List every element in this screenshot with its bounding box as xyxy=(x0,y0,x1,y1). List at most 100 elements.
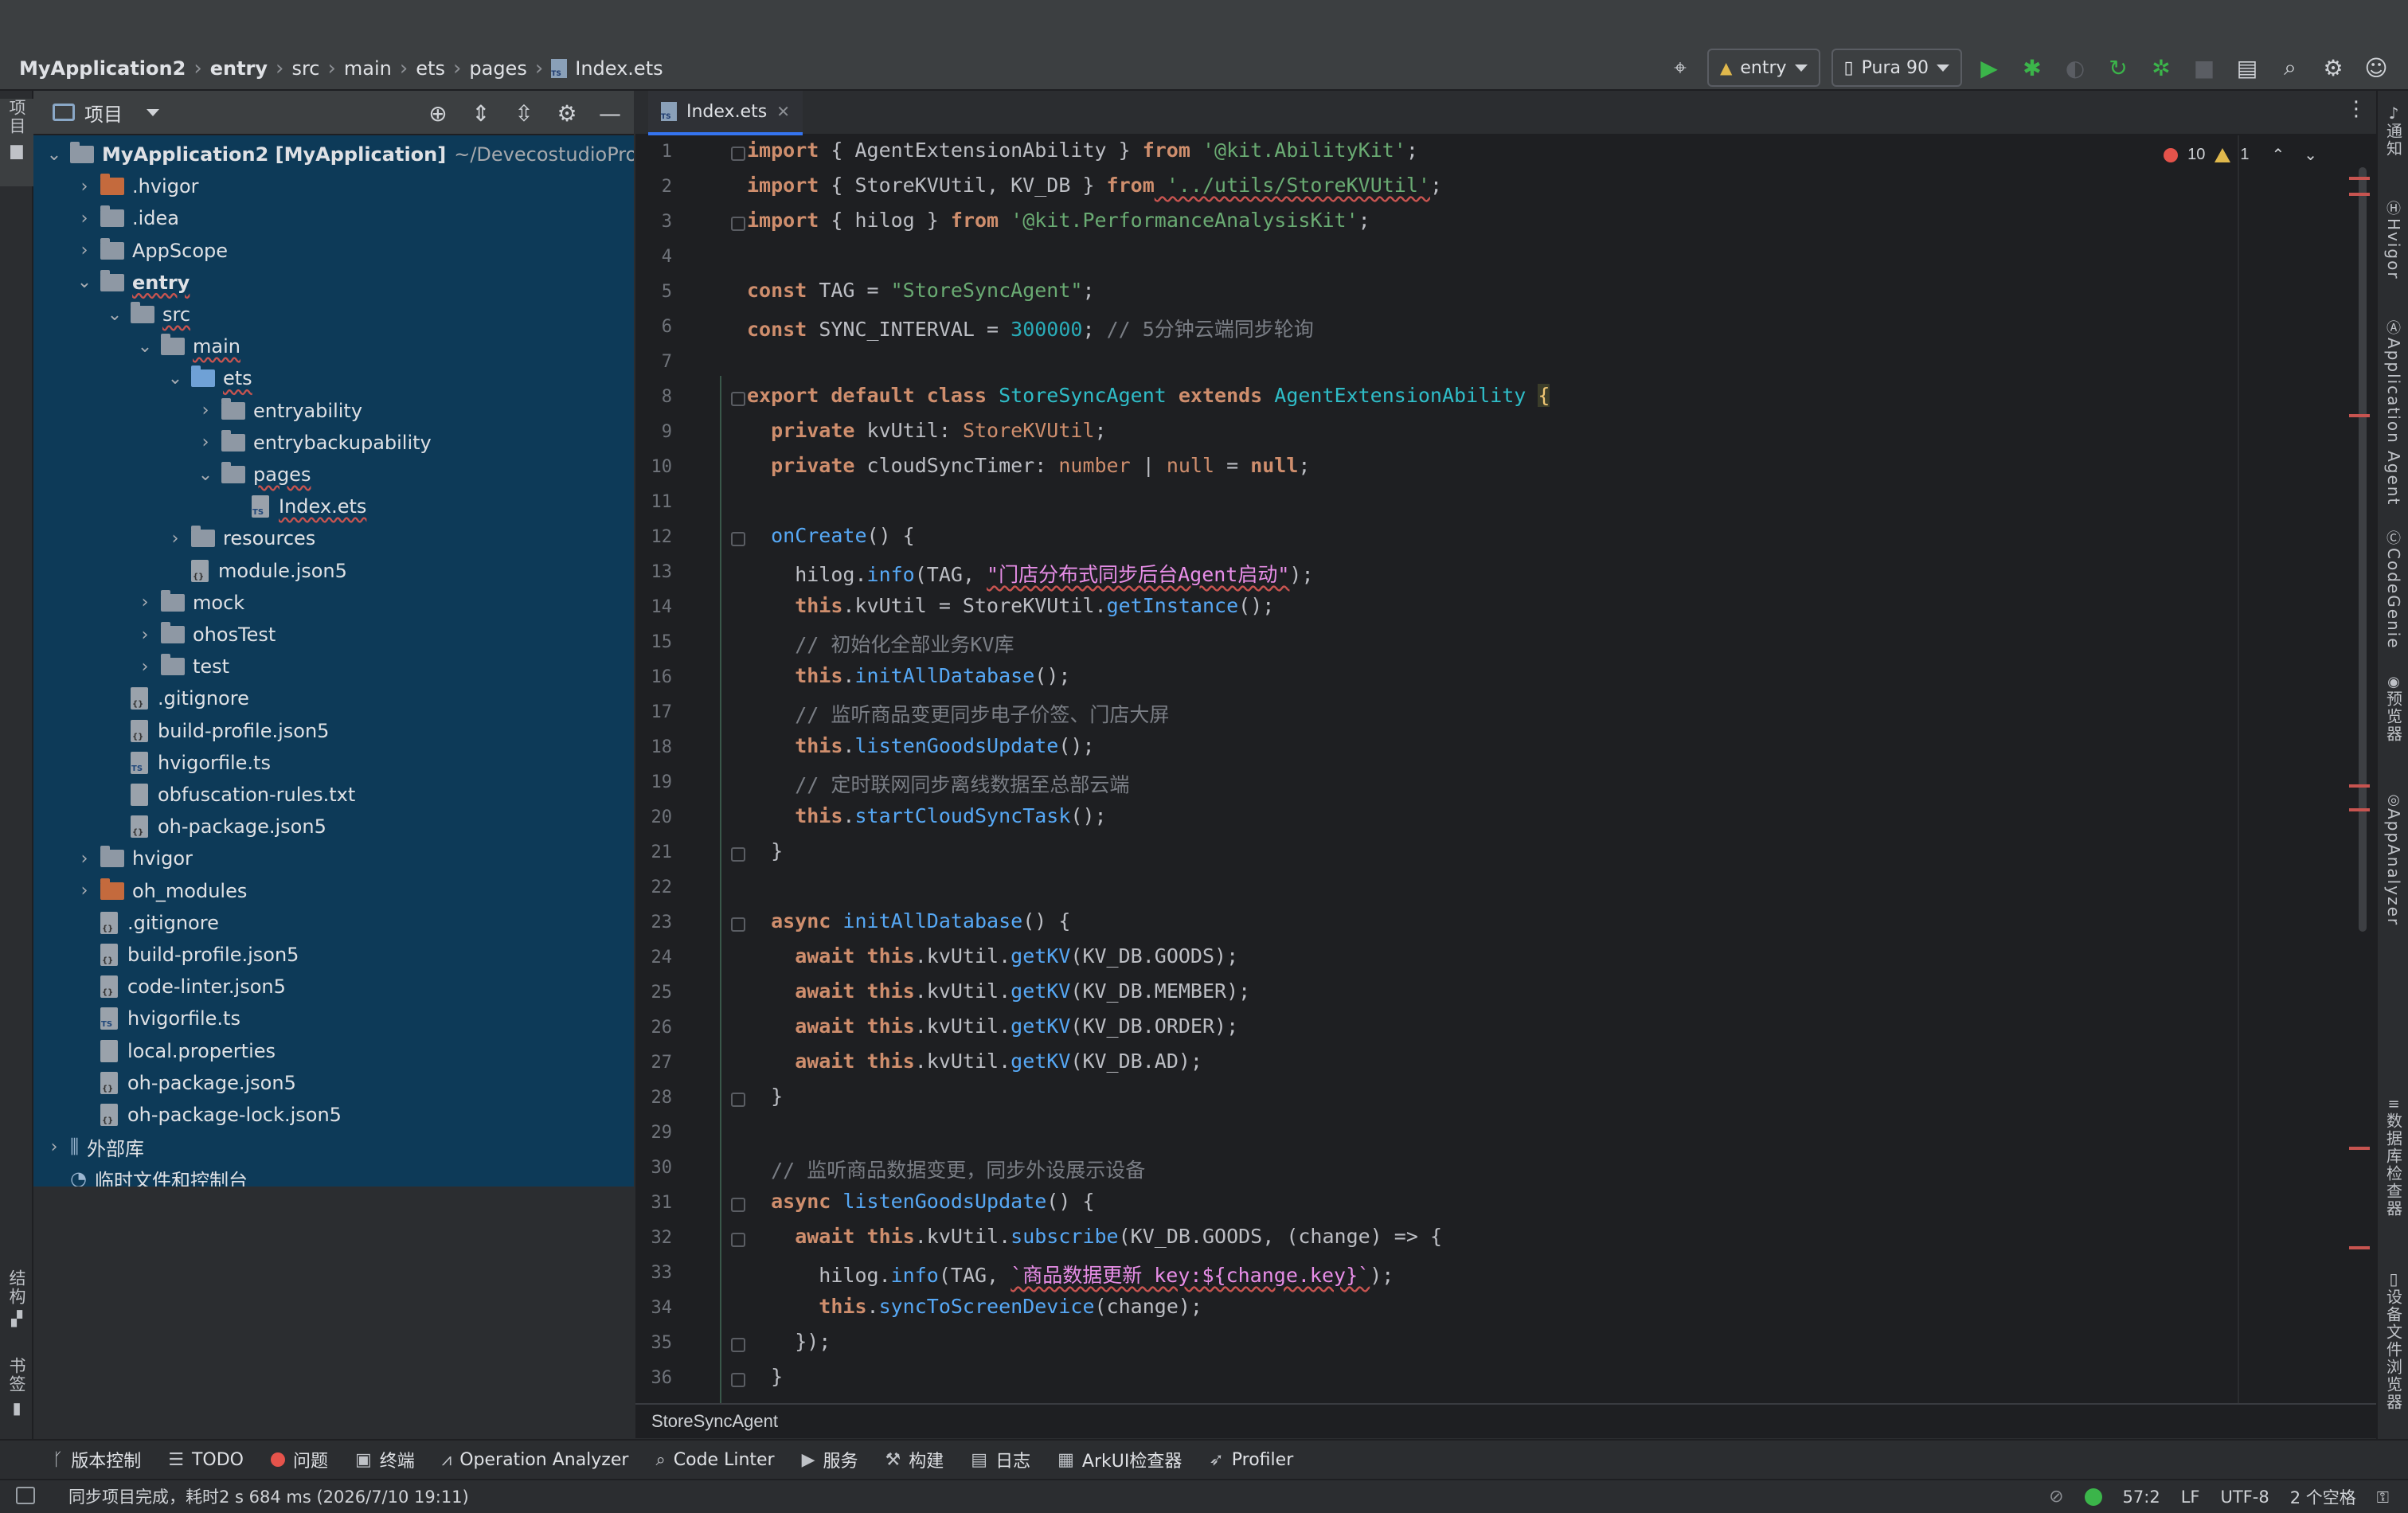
tree-item[interactable]: ⌄ pages xyxy=(197,459,311,491)
code-editor[interactable]: 1 2 3 4 5 6 7 8 9 10 11 12 13 14 15 16 17 18 19 20 21 22 23 24 2… xyxy=(635,135,2376,1403)
fold-marker-icon[interactable] xyxy=(731,1373,745,1387)
error-stripe[interactable] xyxy=(2349,1147,2370,1150)
tree-item[interactable]: › ohosTest xyxy=(137,619,276,651)
stop-icon[interactable]: ■ xyxy=(2188,52,2220,84)
code-linter-tab[interactable]: ⌕ Code Linter xyxy=(655,1450,774,1470)
next-highlight-icon[interactable]: ⌄ xyxy=(2304,145,2317,165)
previewer-tool-tab[interactable]: ◉ 预览器 xyxy=(2378,674,2408,743)
error-stripe[interactable] xyxy=(2349,414,2370,417)
breadcrumb-file[interactable]: Index.ets xyxy=(551,57,663,80)
code-breadcrumb[interactable]: StoreSyncAgent xyxy=(635,1403,2376,1438)
chevron-right-icon[interactable]: › xyxy=(197,401,213,420)
close-icon[interactable]: ✕ xyxy=(776,102,790,121)
chevron-down-icon[interactable]: ⌄ xyxy=(107,305,123,325)
tree-item[interactable]: › test xyxy=(137,651,229,682)
tree-item[interactable]: obfuscation-rules.txt xyxy=(107,779,355,811)
tree-item[interactable]: .gitignore xyxy=(107,682,249,714)
debug-icon[interactable]: ✱ xyxy=(2016,52,2048,84)
chevron-right-icon[interactable]: › xyxy=(137,592,153,612)
gear-icon[interactable]: ⚙ xyxy=(551,97,583,129)
tree-item[interactable]: › ⫼ 外部库 xyxy=(46,1131,144,1163)
breadcrumb-pages[interactable]: pages xyxy=(469,57,526,80)
chevron-down-icon[interactable]: ⌄ xyxy=(76,272,92,292)
chevron-down-icon[interactable]: ⌄ xyxy=(137,337,153,357)
tree-item[interactable]: › oh_modules xyxy=(76,875,247,907)
tree-item[interactable]: build-profile.json5 xyxy=(76,939,299,971)
application-agent-tool-tab[interactable]: Ⓐ Application Agent xyxy=(2378,317,2408,506)
tree-item[interactable]: ⌄ ets xyxy=(167,362,252,394)
chevron-right-icon[interactable]: › xyxy=(76,209,92,229)
tree-item[interactable]: oh-package-lock.json5 xyxy=(76,1099,342,1131)
notifications-tool-tab[interactable]: ♪ 通知 xyxy=(2378,104,2408,158)
run-icon[interactable]: ▶ xyxy=(1973,52,2005,84)
chevron-right-icon[interactable]: › xyxy=(197,432,213,452)
tree-item[interactable]: hvigorfile.ts xyxy=(107,747,271,779)
tree-item[interactable]: .gitignore xyxy=(76,907,219,939)
attach-debugger-icon[interactable]: ✲ xyxy=(2145,52,2177,84)
lock-icon[interactable]: ⚿ xyxy=(2377,1488,2389,1507)
error-stripe[interactable] xyxy=(2349,784,2370,788)
breadcrumb-ets[interactable]: ets xyxy=(416,57,445,80)
more-options-icon[interactable]: ⋮ xyxy=(2346,97,2367,121)
tree-item[interactable]: ⌄ src xyxy=(107,299,190,330)
fold-marker-icon[interactable] xyxy=(731,917,745,932)
device-select[interactable]: ▯ Pura 90 xyxy=(1831,49,1962,87)
appanalyzer-tool-tab[interactable]: ◎ AppAnalyzer xyxy=(2378,792,2408,926)
tree-item[interactable]: build-profile.json5 xyxy=(107,715,329,747)
tree-item[interactable]: ⌄ main xyxy=(137,330,240,362)
chevron-down-icon[interactable]: ⌄ xyxy=(167,369,183,389)
services-tab[interactable]: ▶ 服务 xyxy=(802,1447,858,1472)
tree-item[interactable]: Index.ets xyxy=(228,491,366,522)
version-control-tab[interactable]: ᚴ 版本控制 xyxy=(53,1447,141,1472)
project-view-selector[interactable]: 项目 xyxy=(53,99,159,127)
status-indicator-icon[interactable] xyxy=(2084,1488,2102,1506)
device-file-browser-tool-tab[interactable]: ▯ 设备文件浏览器 xyxy=(2378,1269,2408,1411)
file-encoding[interactable]: UTF-8 xyxy=(2221,1488,2269,1507)
tree-item[interactable]: › mock xyxy=(137,587,244,619)
indent-setting[interactable]: 2 个空格 xyxy=(2290,1485,2356,1509)
inspection-widget[interactable]: 10 1 ⌃ ⌄ xyxy=(2164,145,2317,165)
toggle-tool-windows-icon[interactable] xyxy=(16,1487,35,1504)
breadcrumb-main[interactable]: main xyxy=(344,57,392,80)
tree-item[interactable]: hvigorfile.ts xyxy=(76,1003,240,1034)
fold-marker-icon[interactable] xyxy=(731,847,745,862)
fold-marker-icon[interactable] xyxy=(731,532,745,546)
project-tool-tab[interactable]: 项目 ▆ xyxy=(0,99,33,186)
tree-item[interactable]: ⌄ MyApplication2 [MyApplication] ~/Devecos… xyxy=(46,139,634,170)
previous-highlight-icon[interactable]: ⌃ xyxy=(2271,145,2285,165)
fold-marker-icon[interactable] xyxy=(731,392,745,406)
todo-tab[interactable]: ☰ TODO xyxy=(168,1450,244,1470)
hvigor-tool-tab[interactable]: Ⓗ Hvigor xyxy=(2378,197,2408,280)
profiler-tab[interactable]: ➶ Profiler xyxy=(1209,1450,1293,1470)
collapse-all-icon[interactable]: ⇳ xyxy=(508,97,540,129)
expand-all-icon[interactable]: ⇕ xyxy=(465,97,497,129)
fold-marker-icon[interactable] xyxy=(731,1198,745,1212)
minimize-icon[interactable]: — xyxy=(594,97,626,129)
no-sync-icon[interactable]: ⊘ xyxy=(2049,1487,2063,1507)
tree-item[interactable]: › resources xyxy=(167,522,315,554)
editor-scrollbar[interactable] xyxy=(2347,135,2376,1403)
codegenie-tool-tab[interactable]: Ⓒ CodeGenie xyxy=(2378,527,2408,650)
breadcrumb-project[interactable]: MyApplication2 xyxy=(19,57,186,80)
tree-item[interactable]: › .idea xyxy=(76,202,179,234)
chevron-right-icon[interactable]: › xyxy=(46,1137,62,1157)
chevron-right-icon[interactable]: › xyxy=(76,849,92,869)
coverage-icon[interactable]: ◐ xyxy=(2059,52,2091,84)
tree-item[interactable]: ⌄ entry xyxy=(76,267,190,299)
tree-item[interactable]: › AppScope xyxy=(76,235,228,267)
chevron-right-icon[interactable]: › xyxy=(76,240,92,260)
tree-item[interactable]: › .hvigor xyxy=(76,170,199,202)
structure-tool-tab[interactable]: 结构 ▞ xyxy=(0,1269,33,1327)
error-stripe[interactable] xyxy=(2349,808,2370,811)
chevron-down-icon[interactable]: ⌄ xyxy=(197,465,213,485)
tree-item[interactable]: local.properties xyxy=(76,1035,276,1067)
module-select[interactable]: ▲ entry xyxy=(1706,49,1820,87)
code-breadcrumb-class[interactable]: StoreSyncAgent xyxy=(651,1411,778,1432)
fold-marker-icon[interactable] xyxy=(731,147,745,161)
build-tab[interactable]: ⚒ 构建 xyxy=(885,1447,944,1472)
fold-marker-icon[interactable] xyxy=(731,1338,745,1352)
operation-analyzer-tab[interactable]: ⩘ Operation Analyzer xyxy=(442,1450,629,1470)
fold-marker-icon[interactable] xyxy=(731,1233,745,1247)
chevron-right-icon[interactable]: › xyxy=(167,529,183,549)
status-message[interactable]: 同步项目完成，耗时2 s 684 ms (2026/7/10 19:11) xyxy=(68,1484,469,1508)
